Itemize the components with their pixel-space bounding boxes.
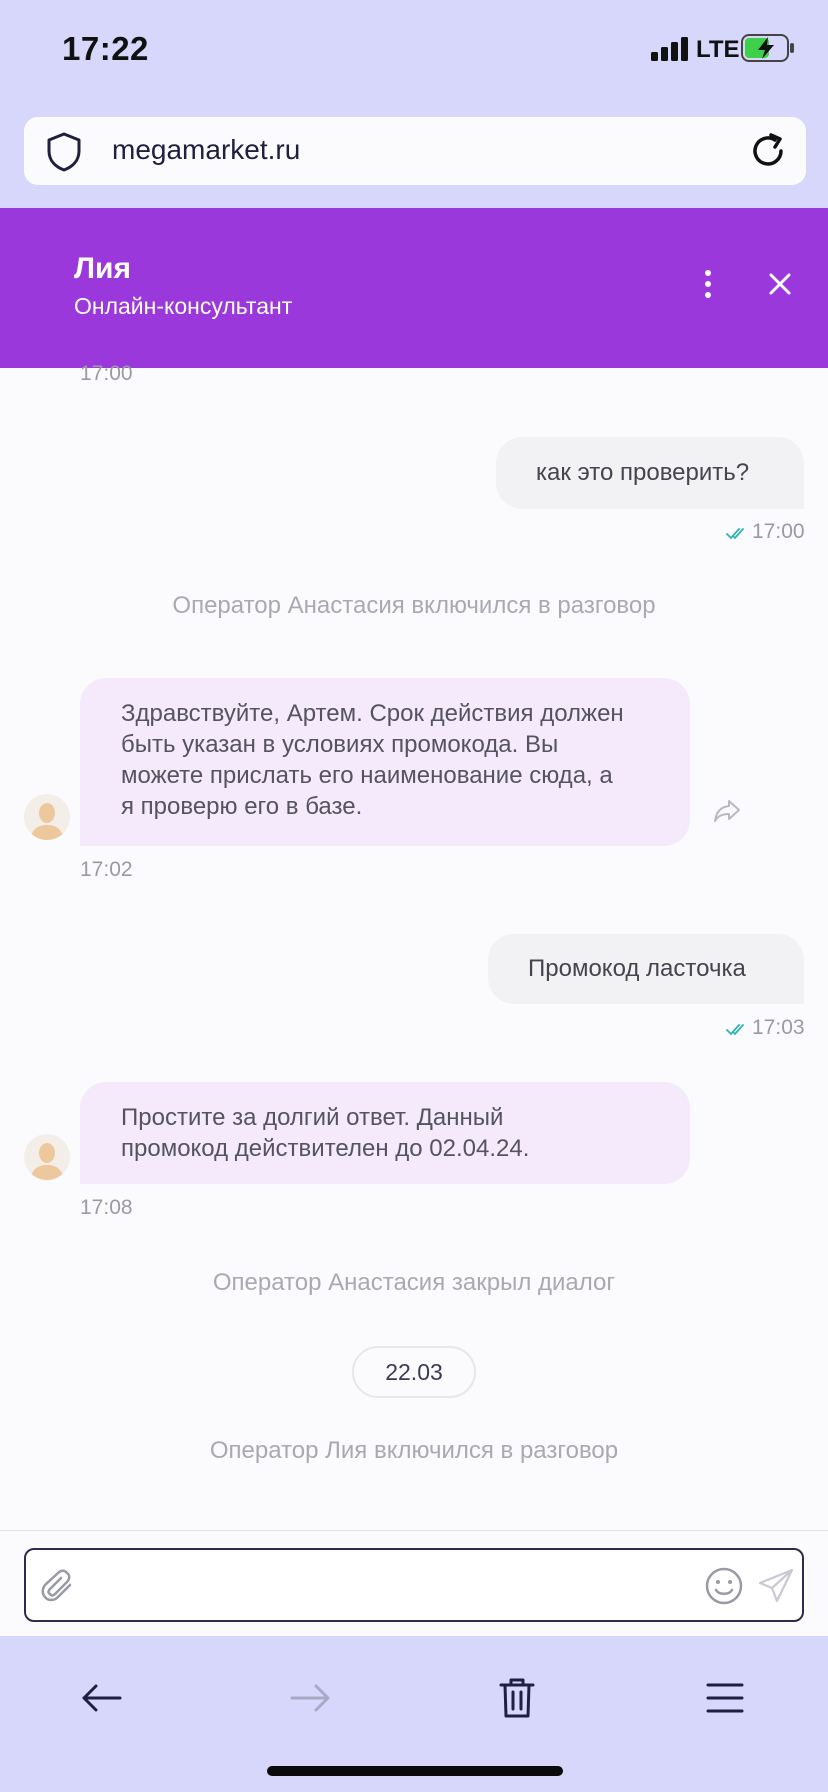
message-line: Здравствуйте, Артем. Срок действия долже… xyxy=(121,700,624,727)
forward-message-icon[interactable] xyxy=(712,798,742,824)
message-line: можете прислать его наименование сюда, а xyxy=(121,762,613,789)
message-line: промокод действителен до 02.04.24. xyxy=(121,1135,530,1162)
trash-icon[interactable] xyxy=(495,1676,539,1720)
read-ticks-icon xyxy=(726,528,744,540)
send-icon[interactable] xyxy=(756,1566,796,1606)
read-ticks-icon xyxy=(726,1024,744,1036)
browser-chrome: 17:22 LTE megamarket.ru xyxy=(0,0,828,208)
browser-toolbar xyxy=(0,1636,828,1792)
system-message: Оператор Анастасия включился в разговор xyxy=(172,592,656,619)
more-vertical-icon[interactable] xyxy=(692,268,724,300)
signal-icon xyxy=(651,37,688,61)
system-message: Оператор Анастасия закрыл диалог xyxy=(212,1269,616,1296)
message-time: 17:02 xyxy=(80,858,133,881)
menu-icon[interactable] xyxy=(703,1676,747,1720)
reload-icon[interactable] xyxy=(747,130,789,172)
message-line: я проверю его в базе. xyxy=(121,793,363,820)
incoming-message[interactable]: Здравствуйте, Артем. Срок действия долже… xyxy=(80,678,690,846)
operator-avatar xyxy=(24,794,70,840)
home-indicator xyxy=(267,1766,563,1776)
address-bar[interactable]: megamarket.ru xyxy=(24,117,806,185)
date-separator: 22.03 xyxy=(352,1346,476,1398)
url-text[interactable]: megamarket.ru xyxy=(112,134,300,166)
message-text: Промокод ласточка xyxy=(528,955,746,982)
status-time: 17:22 xyxy=(62,30,149,67)
paperclip-icon[interactable] xyxy=(40,1568,78,1606)
system-message: Оператор Лия включился в разговор xyxy=(209,1437,619,1464)
message-line: Простите за долгий ответ. Данный xyxy=(121,1104,504,1131)
battery-icon xyxy=(741,34,794,62)
message-time: 17:08 xyxy=(80,1196,133,1219)
message-text: как это проверить? xyxy=(536,459,750,486)
message-time: 17:00 xyxy=(80,362,133,382)
incoming-message[interactable]: Простите за долгий ответ. Данный промоко… xyxy=(80,1082,690,1184)
agent-name: Лия xyxy=(74,252,131,285)
input-divider xyxy=(0,1530,828,1531)
outgoing-message[interactable]: Промокод ласточка xyxy=(488,934,804,1004)
forward-arrow-icon[interactable] xyxy=(288,1676,332,1720)
close-icon[interactable] xyxy=(764,268,796,300)
emoji-icon[interactable] xyxy=(704,1566,744,1606)
agent-role: Онлайн-консультант xyxy=(74,293,293,319)
chat-header: Лия Онлайн-консультант xyxy=(0,208,828,368)
message-line: быть указан в условиях промокода. Вы xyxy=(121,731,559,758)
message-input[interactable] xyxy=(24,1548,804,1622)
outgoing-message[interactable]: как это проверить? xyxy=(496,437,804,509)
back-arrow-icon[interactable] xyxy=(80,1676,124,1720)
operator-avatar xyxy=(24,1134,70,1180)
message-time: 17:03 xyxy=(752,1016,805,1039)
shield-icon xyxy=(47,132,81,172)
message-time: 17:00 xyxy=(752,520,805,543)
network-label: LTE xyxy=(696,36,740,63)
